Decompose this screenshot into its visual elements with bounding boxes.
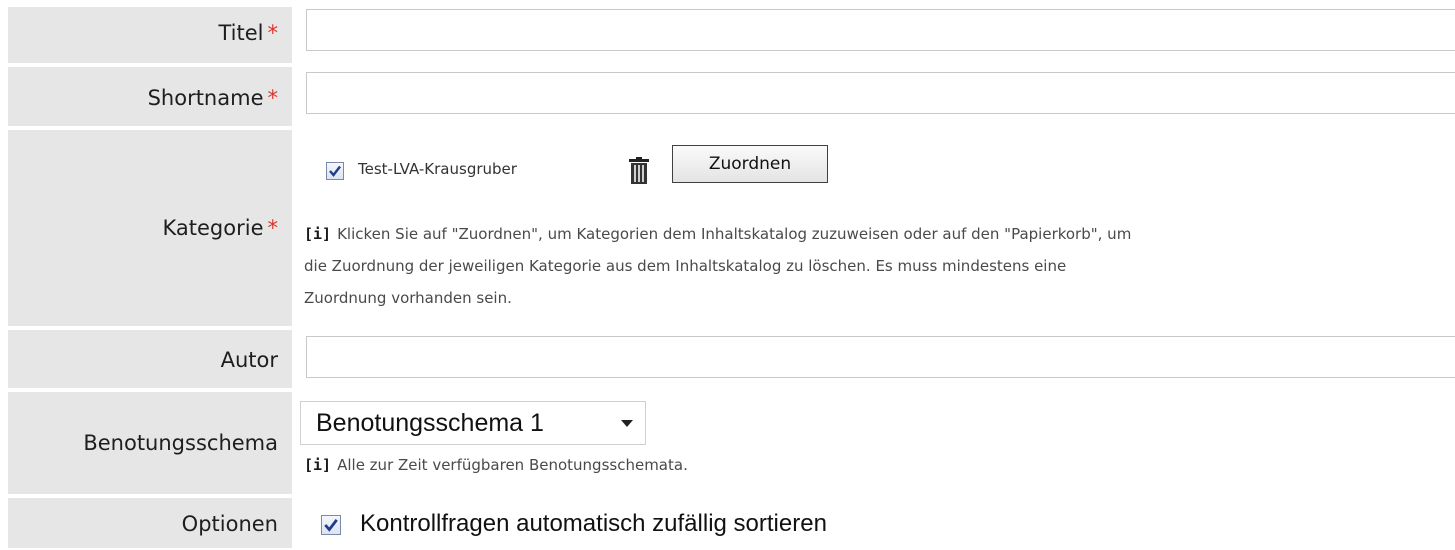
titel-label-text: Titel	[218, 21, 264, 45]
form-row-autor: Autor	[0, 330, 1455, 388]
benotungsschema-info-text: Alle zur Zeit verfügbaren Benotungsschem…	[337, 456, 688, 474]
info-text-line-1: Klicken Sie auf "Zuordnen", um Kategorie…	[337, 225, 1132, 243]
optionen-label: Optionen	[8, 498, 292, 548]
form-row-optionen: Optionen Kontrollfragen automatisch zufä…	[0, 498, 1455, 548]
shortname-label: Shortname *	[8, 67, 292, 126]
info-icon: [i]	[304, 456, 332, 474]
required-mark: *	[267, 86, 279, 110]
shortname-value-cell	[292, 67, 1455, 126]
optionen-checkbox-label[interactable]: Kontrollfragen automatisch zufällig sort…	[360, 510, 827, 538]
zuordnen-button[interactable]: Zuordnen	[672, 145, 828, 183]
kategorie-info-line-2: die Zuordnung der jeweiligen Kategorie a…	[304, 257, 1067, 275]
autor-label-text: Autor	[220, 348, 278, 372]
benotungsschema-label: Benotungsschema	[8, 392, 292, 494]
kategorie-value-cell: Test-LVA-Krausgruber Zuordnen [i] Klicken…	[292, 130, 1455, 326]
optionen-label-text: Optionen	[181, 512, 278, 536]
form-row-shortname: Shortname *	[0, 67, 1455, 127]
shortname-input[interactable]	[306, 72, 1455, 114]
kategorie-info-line-1: [i] Klicken Sie auf "Zuordnen", um Katego…	[304, 218, 1454, 250]
form-row-kategorie: Kategorie * Test-LVA-Krausgruber Zuordnen…	[0, 130, 1455, 326]
benotungsschema-selected: Benotungsschema 1	[316, 409, 544, 437]
form-row-benotungsschema: Benotungsschema Benotungsschema 1 [i] All…	[0, 392, 1455, 494]
kategorie-info: [i] Klicken Sie auf "Zuordnen", um Katego…	[304, 218, 1454, 314]
benotungsschema-select[interactable]: Benotungsschema 1	[300, 401, 646, 445]
info-icon: [i]	[304, 225, 332, 243]
shortname-label-text: Shortname	[147, 86, 264, 110]
benotungsschema-info: [i] Alle zur Zeit verfügbaren Benotungssc…	[304, 452, 688, 478]
trash-icon[interactable]	[628, 157, 650, 185]
benotungsschema-value-cell: Benotungsschema 1 [i] Alle zur Zeit verfü…	[292, 392, 1455, 494]
kategorie-info-line-3: Zuordnung vorhanden sein.	[304, 289, 512, 307]
assigned-category-label: Test-LVA-Krausgruber	[358, 160, 517, 178]
checkmark-icon	[324, 519, 338, 532]
optionen-checkbox[interactable]	[321, 515, 341, 535]
checkmark-icon	[329, 165, 341, 177]
titel-value-cell	[292, 7, 1455, 63]
category-checkbox[interactable]	[326, 162, 344, 180]
form-row-titel: Titel *	[0, 0, 1455, 63]
autor-input[interactable]	[306, 336, 1455, 378]
required-mark: *	[267, 21, 279, 45]
optionen-value-cell: Kontrollfragen automatisch zufällig sort…	[292, 498, 1455, 548]
chevron-down-icon	[621, 420, 633, 427]
required-mark: *	[267, 216, 279, 240]
autor-label: Autor	[8, 330, 292, 388]
kategorie-label: Kategorie *	[8, 130, 292, 326]
kategorie-label-text: Kategorie	[162, 216, 264, 240]
autor-value-cell	[292, 330, 1455, 388]
benotungsschema-label-text: Benotungsschema	[83, 431, 278, 455]
titel-label: Titel *	[8, 7, 292, 63]
titel-input[interactable]	[306, 9, 1455, 51]
